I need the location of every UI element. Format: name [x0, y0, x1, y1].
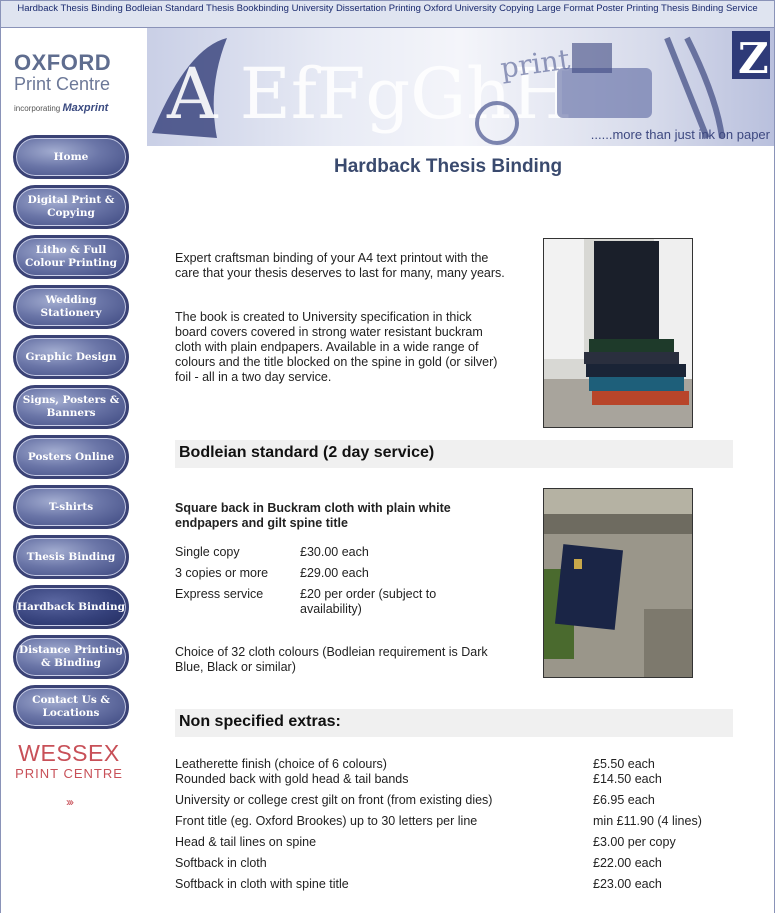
banner-tagline: ......more than just ink on paper [590, 127, 770, 142]
extra-price: min £11.90 (4 lines) [593, 814, 702, 828]
maxprint-brand: Maxprint [62, 102, 109, 114]
price-label: Express service [175, 587, 264, 601]
bodleian-note: Choice of 32 cloth colours (Bodleian req… [175, 645, 488, 674]
extra-price: £6.95 each [593, 793, 655, 807]
extra-label: Front title (eg. Oxford Brookes) up to 3… [175, 814, 478, 828]
z-letter-glyph: Z [738, 34, 769, 83]
logo-line3: incorporating Maxprint [14, 102, 134, 114]
price-value: £29.00 each [300, 566, 369, 580]
page-title: Hardback Thesis Binding [334, 156, 563, 177]
sidebar-nav: Home Digital Print & Copying Litho & Ful… [13, 135, 131, 735]
ornament-icon [664, 36, 725, 140]
extra-label: Softback in cloth [175, 856, 267, 870]
nav-signs-button[interactable]: Signs, Posters & Banners [13, 385, 129, 429]
nav-graphic-design-button[interactable]: Graphic Design [13, 335, 129, 379]
nav-wedding-button[interactable]: Wedding Stationery [13, 285, 129, 329]
extra-label: Softback in cloth with spine title [175, 877, 349, 891]
extra-price: £23.00 each [593, 877, 662, 891]
logo-line1: OXFORD [14, 50, 112, 75]
wessex-line2: PRINT CENTRE [15, 766, 123, 781]
nav-distance-printing-button[interactable]: Distance Printing & Binding [13, 635, 129, 679]
nav-tshirts-button[interactable]: T-shirts [13, 485, 129, 529]
extra-price: £14.50 each [593, 772, 662, 786]
nav-digital-print-button[interactable]: Digital Print & Copying [13, 185, 129, 229]
thesis-on-wall-photo [543, 488, 693, 678]
price-label: 3 copies or more [175, 566, 269, 580]
thesis-stack-photo [543, 238, 693, 428]
bodleian-subheading: Square back in Buckram cloth with plain … [175, 501, 451, 530]
intro-paragraph-2: The book is created to University specif… [175, 310, 498, 384]
extra-price: £22.00 each [593, 856, 662, 870]
nav-litho-button[interactable]: Litho & Full Colour Printing [13, 235, 129, 279]
extra-label: Head & tail lines on spine [175, 835, 317, 849]
nav-contact-button[interactable]: Contact Us & Locations [13, 685, 129, 729]
bodleian-heading: Bodleian standard (2 day service) [175, 440, 733, 468]
oxford-print-centre-logo[interactable]: OXFORD Print Centre incorporating Maxpri… [14, 50, 134, 115]
extra-label: University or college crest gilt on fron… [175, 793, 493, 807]
nav-home-button[interactable]: Home [13, 135, 129, 179]
intro-paragraph-1: Expert craftsman binding of your A4 text… [175, 251, 505, 280]
extra-price: £3.00 per copy [593, 835, 676, 849]
logo-line2: Print Centre [14, 74, 111, 94]
wessex-line1: WESSEX [18, 740, 120, 766]
nav-thesis-binding-button[interactable]: Thesis Binding [13, 535, 129, 579]
price-value: £20 per order (subject to availability) [300, 587, 437, 616]
price-value: £30.00 each [300, 545, 369, 559]
wessex-print-centre-logo[interactable]: WESSEX PRINT CENTRE ››› [14, 740, 124, 809]
extra-label: Rounded back with gold head & tail bands [175, 772, 409, 786]
extra-price: £5.50 each [593, 757, 655, 771]
price-label: Single copy [175, 545, 240, 559]
top-keyword-banner: Hardback Thesis Binding Bodleian Standar… [0, 0, 775, 28]
extras-heading: Non specified extras: [175, 709, 733, 737]
nav-posters-online-button[interactable]: Posters Online [13, 435, 129, 479]
header-banner-image: A EfFgGhH print Z ......more than just i… [147, 28, 774, 146]
logo-incorporating: incorporating [14, 104, 61, 113]
printing-press-icon [557, 68, 652, 118]
nav-hardback-binding-button[interactable]: Hardback Binding [13, 585, 129, 629]
arrows-icon[interactable]: ››› [14, 795, 124, 809]
extra-label: Leatherette finish (choice of 6 colours) [175, 757, 387, 771]
